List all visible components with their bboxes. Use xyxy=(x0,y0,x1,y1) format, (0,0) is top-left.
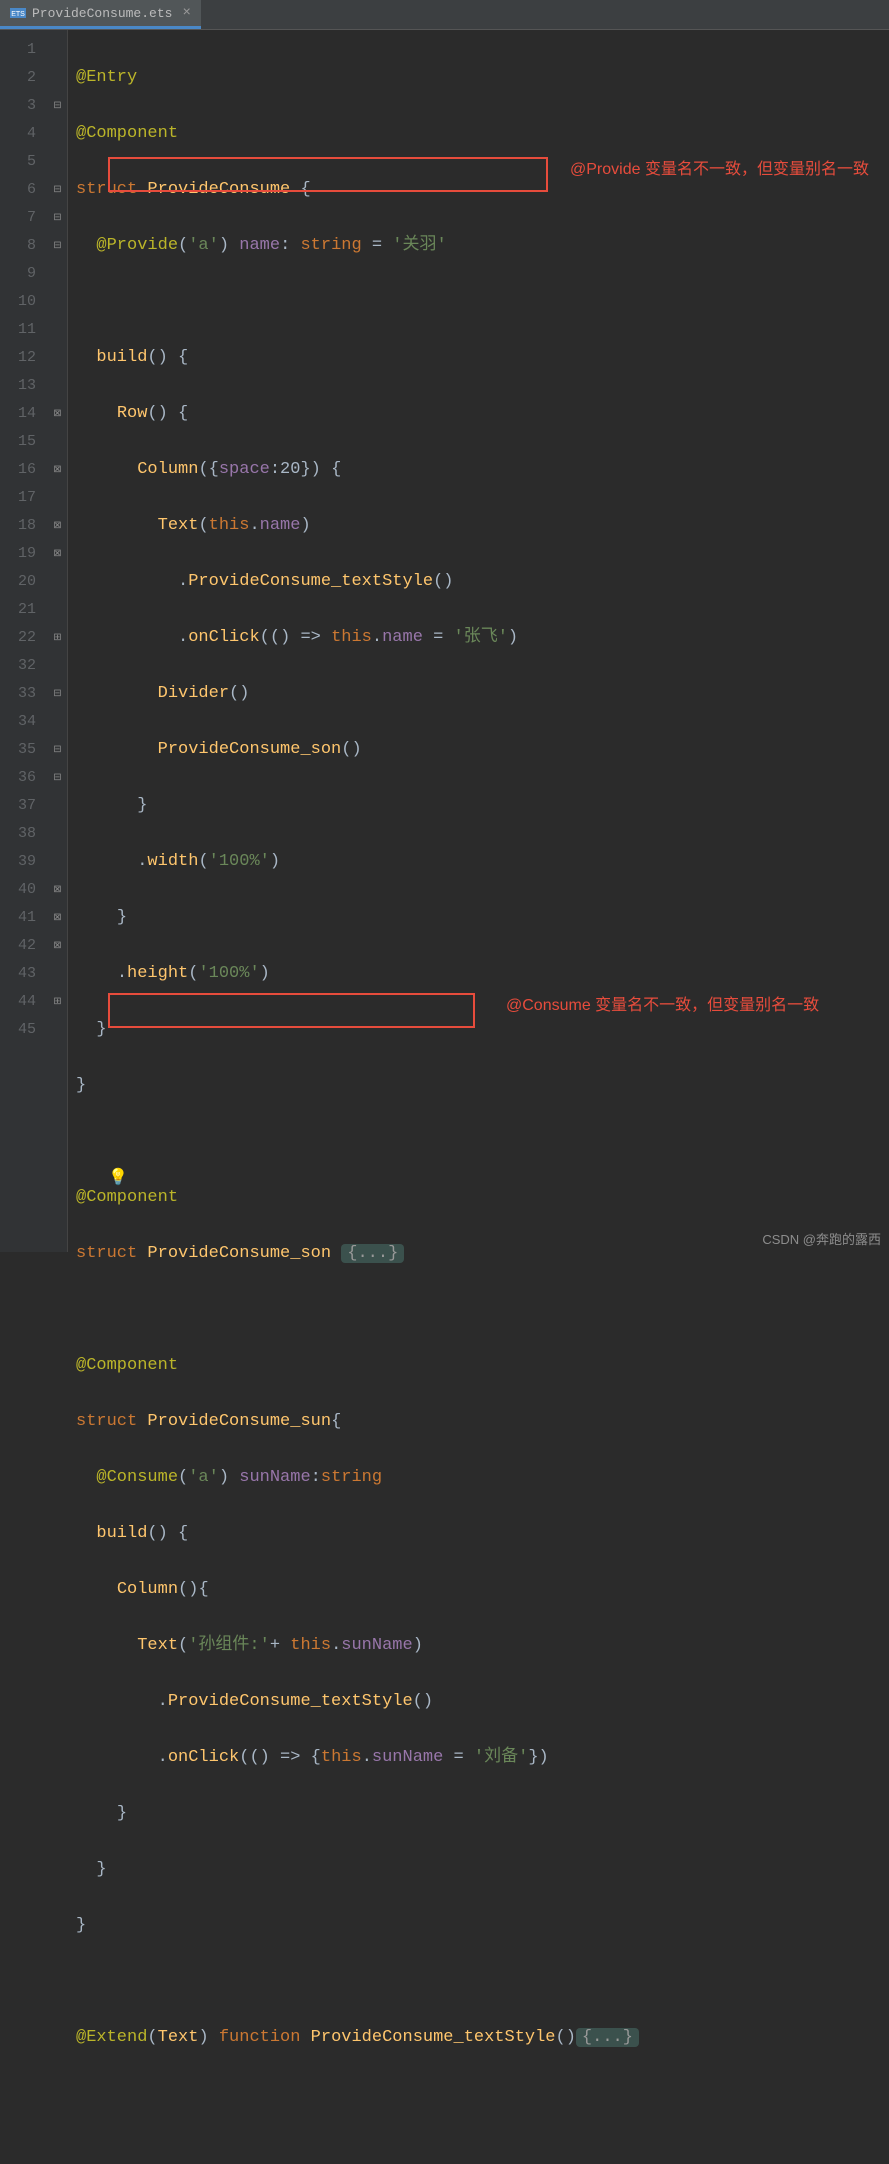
fold-end-icon xyxy=(48,456,67,484)
code-line: } xyxy=(76,1912,889,1940)
fold-end-icon xyxy=(48,540,67,568)
code-line: Row() { xyxy=(76,400,889,428)
line-number-gutter: 1234567891011121314151617181920212232333… xyxy=(0,30,48,1252)
annotation-highlight-box xyxy=(108,993,475,1028)
code-line xyxy=(76,1128,889,1156)
ets-file-icon: ETS xyxy=(10,6,26,20)
annotation-highlight-box xyxy=(108,157,548,192)
code-line: .ProvideConsume_textStyle() xyxy=(76,1688,889,1716)
code-line: build() { xyxy=(76,1520,889,1548)
code-line: .width('100%') xyxy=(76,848,889,876)
code-line: @Component xyxy=(76,1352,889,1380)
fold-end-icon xyxy=(48,932,67,960)
code-line xyxy=(76,288,889,316)
code-line: Text('孙组件:'+ this.sunName) xyxy=(76,1632,889,1660)
folded-code-region[interactable]: {...} xyxy=(576,2028,639,2047)
code-line: .ProvideConsume_textStyle() xyxy=(76,568,889,596)
code-line: struct ProvideConsume_sun{ xyxy=(76,1408,889,1436)
annotation-text: @Consume 变量名不一致，但变量别名一致 xyxy=(506,994,866,1018)
fold-end-icon xyxy=(48,876,67,904)
fold-expand-icon[interactable] xyxy=(48,988,67,1016)
folded-code-region[interactable]: {...} xyxy=(341,1244,404,1263)
code-line: Column({space:20}) { xyxy=(76,456,889,484)
svg-text:ETS: ETS xyxy=(11,11,25,18)
code-line: } xyxy=(76,1856,889,1884)
editor-tab[interactable]: ETS ProvideConsume.ets × xyxy=(0,0,201,29)
code-line: @Component xyxy=(76,120,889,148)
code-line: build() { xyxy=(76,344,889,372)
code-line xyxy=(76,1296,889,1324)
code-line: } xyxy=(76,1072,889,1100)
code-line: @Extend(Text) function ProvideConsume_te… xyxy=(76,2024,889,2052)
code-line: .onClick(() => {this.sunName = '刘备'}) xyxy=(76,1744,889,1772)
code-line xyxy=(76,1968,889,1996)
fold-gutter xyxy=(48,30,68,1252)
fold-end-icon xyxy=(48,512,67,540)
code-line: } xyxy=(76,792,889,820)
fold-toggle-icon[interactable] xyxy=(48,232,67,260)
code-line: } xyxy=(76,1800,889,1828)
fold-toggle-icon[interactable] xyxy=(48,176,67,204)
code-line: Column(){ xyxy=(76,1576,889,1604)
code-line: .onClick(() => this.name = '张飞') xyxy=(76,624,889,652)
fold-end-icon xyxy=(48,904,67,932)
watermark-text: CSDN @奔跑的露西 xyxy=(762,1229,881,1248)
code-line: @Consume('a') sunName:string xyxy=(76,1464,889,1492)
fold-toggle-icon[interactable] xyxy=(48,92,67,120)
code-line: ProvideConsume_son() xyxy=(76,736,889,764)
code-text-area[interactable]: @Entry @Component struct ProvideConsume … xyxy=(68,30,889,1252)
fold-end-icon xyxy=(48,400,67,428)
code-line: } xyxy=(76,904,889,932)
code-line: .height('100%') xyxy=(76,960,889,988)
fold-toggle-icon[interactable] xyxy=(48,736,67,764)
code-line: @Component xyxy=(76,1184,889,1212)
code-line: Text(this.name) xyxy=(76,512,889,540)
close-tab-icon[interactable]: × xyxy=(182,5,190,21)
intention-bulb-icon[interactable]: 💡 xyxy=(108,1164,128,1192)
fold-toggle-icon[interactable] xyxy=(48,764,67,792)
code-line: @Entry xyxy=(76,64,889,92)
tab-filename: ProvideConsume.ets xyxy=(32,6,172,21)
fold-expand-icon[interactable] xyxy=(48,624,67,652)
tab-bar: ETS ProvideConsume.ets × xyxy=(0,0,889,30)
code-editor[interactable]: 1234567891011121314151617181920212232333… xyxy=(0,30,889,1252)
fold-toggle-icon[interactable] xyxy=(48,680,67,708)
annotation-text: @Provide 变量名不一致，但变量别名一致 xyxy=(570,158,870,182)
fold-toggle-icon[interactable] xyxy=(48,204,67,232)
code-line: Divider() xyxy=(76,680,889,708)
code-line: @Provide('a') name: string = '关羽' xyxy=(76,232,889,260)
